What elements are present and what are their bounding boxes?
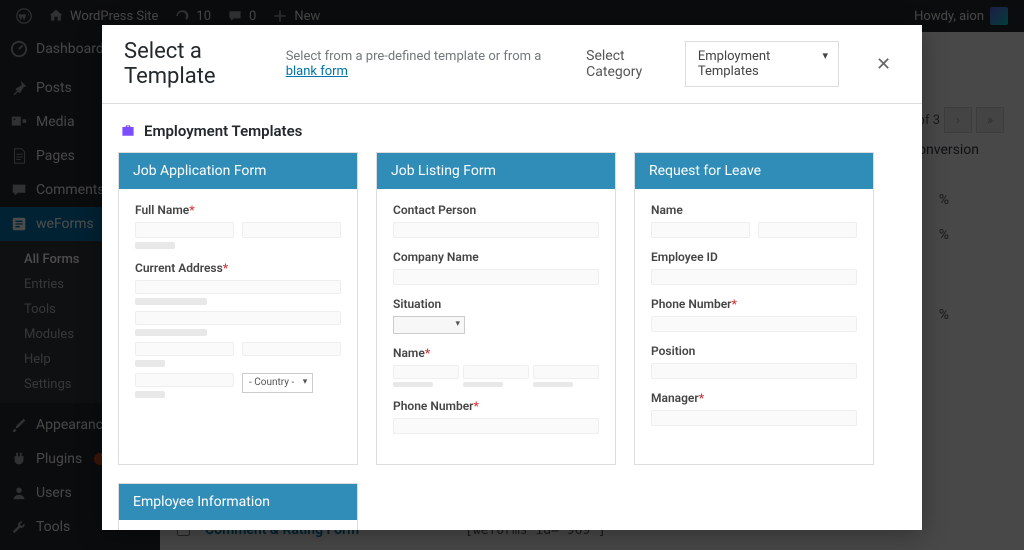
template-card-request-leave[interactable]: Request for Leave Name Employee ID Phone… (634, 152, 874, 465)
modal-body[interactable]: Employment Templates Job Application For… (102, 104, 922, 530)
form-field: Position (651, 344, 857, 379)
card-title: Job Application Form (119, 153, 357, 189)
form-field: Contact Person (393, 203, 599, 238)
close-button[interactable]: ✕ (867, 54, 900, 75)
briefcase-icon (120, 123, 136, 139)
card-title: Employee Information (119, 484, 357, 520)
form-field: Current Address* - Country - (135, 261, 341, 398)
form-field: Full Name* (135, 203, 341, 249)
form-field: Employee ID (651, 250, 857, 285)
form-field: Phone Number* (393, 399, 599, 434)
template-modal: Select a Template Select from a pre-defi… (102, 25, 922, 530)
category-select[interactable]: Employment Templates (685, 41, 839, 87)
blank-form-link[interactable]: blank form (286, 64, 348, 79)
form-field: Situation (393, 297, 599, 334)
modal-subtitle: Select from a pre-defined template or fr… (286, 49, 550, 79)
modal-title: Select a Template (124, 39, 268, 89)
section-title: Employment Templates (110, 118, 914, 152)
card-title: Request for Leave (635, 153, 873, 189)
form-field: Name (651, 203, 857, 238)
modal-header: Select a Template Select from a pre-defi… (102, 25, 922, 104)
template-card-employee-info[interactable]: Employee Information Name* Address* (118, 483, 358, 530)
template-card-job-listing[interactable]: Job Listing Form Contact Person Company … (376, 152, 616, 465)
template-grid: Job Application Form Full Name* Current … (110, 152, 914, 530)
template-card-job-application[interactable]: Job Application Form Full Name* Current … (118, 152, 358, 465)
form-field: Name* (393, 346, 599, 387)
card-title: Job Listing Form (377, 153, 615, 189)
form-field: Company Name (393, 250, 599, 285)
modal-overlay[interactable]: Select a Template Select from a pre-defi… (0, 0, 1024, 550)
form-field: Phone Number* (651, 297, 857, 332)
category-label: Select Category (586, 48, 667, 80)
form-field: Manager* (651, 391, 857, 426)
